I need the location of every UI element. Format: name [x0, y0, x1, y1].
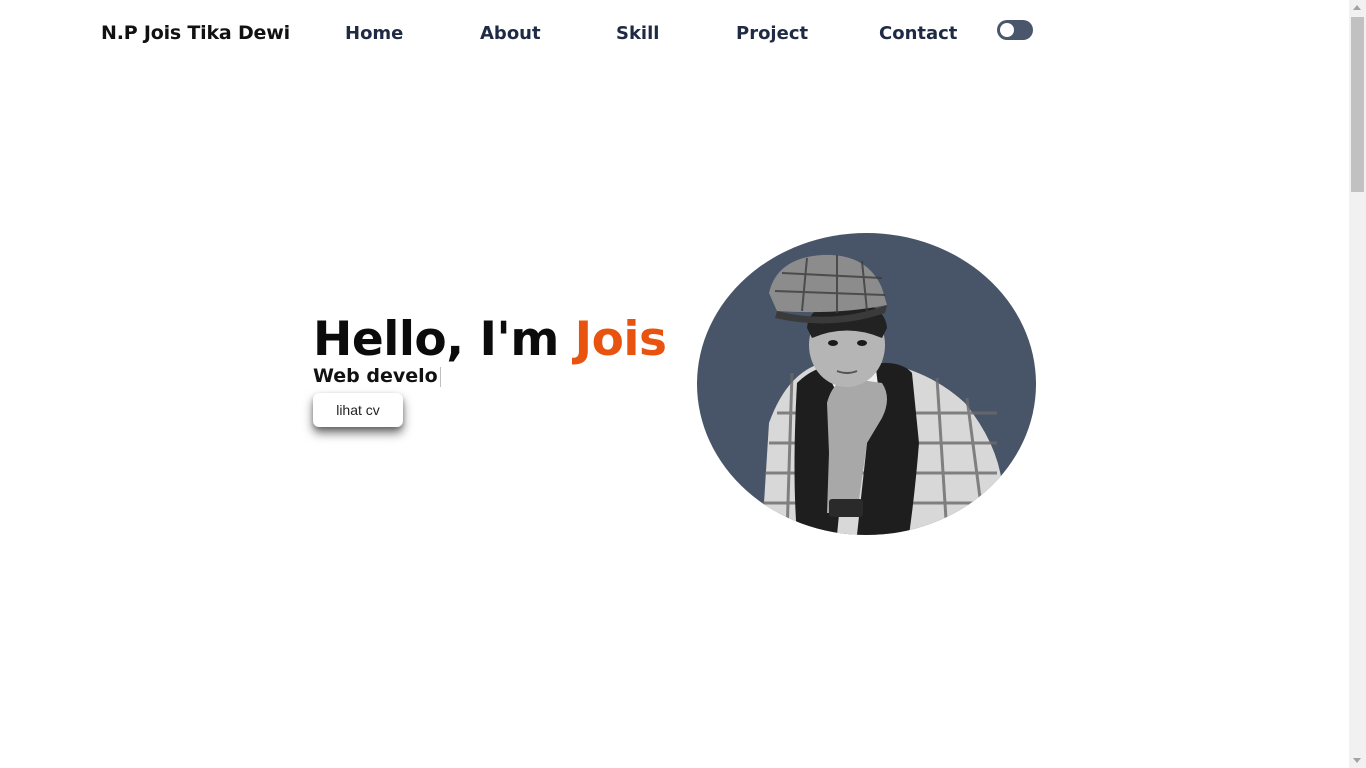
hero-heading: Hello, I'm Jois: [313, 312, 667, 368]
nav-link-contact[interactable]: Contact: [879, 23, 957, 44]
vertical-scrollbar[interactable]: [1349, 0, 1366, 768]
scrollbar-thumb[interactable]: [1351, 17, 1364, 192]
hero-subtitle-text: Web develo: [313, 365, 438, 387]
view-cv-button[interactable]: lihat cv: [313, 393, 403, 427]
theme-toggle[interactable]: [997, 20, 1033, 40]
hero-subtitle: Web develo: [313, 364, 441, 388]
page: N.P Jois Tika Dewi Home About Skill Proj…: [0, 0, 1366, 768]
typing-cursor: [439, 366, 441, 387]
profile-photo: [697, 233, 1036, 535]
brand-logo-text[interactable]: N.P Jois Tika Dewi: [101, 22, 290, 44]
profile-photo-illustration: [762, 254, 1002, 535]
nav-link-project[interactable]: Project: [736, 23, 808, 44]
nav-link-home[interactable]: Home: [345, 23, 403, 44]
hero-name: Jois: [574, 312, 667, 367]
toggle-knob: [1000, 23, 1014, 37]
nav-link-skill[interactable]: Skill: [616, 23, 659, 44]
nav-link-about[interactable]: About: [480, 23, 541, 44]
scroll-down-arrow-icon[interactable]: [1353, 758, 1361, 763]
hero-greeting: Hello, I'm: [313, 312, 575, 367]
scroll-up-arrow-icon[interactable]: [1353, 5, 1361, 10]
